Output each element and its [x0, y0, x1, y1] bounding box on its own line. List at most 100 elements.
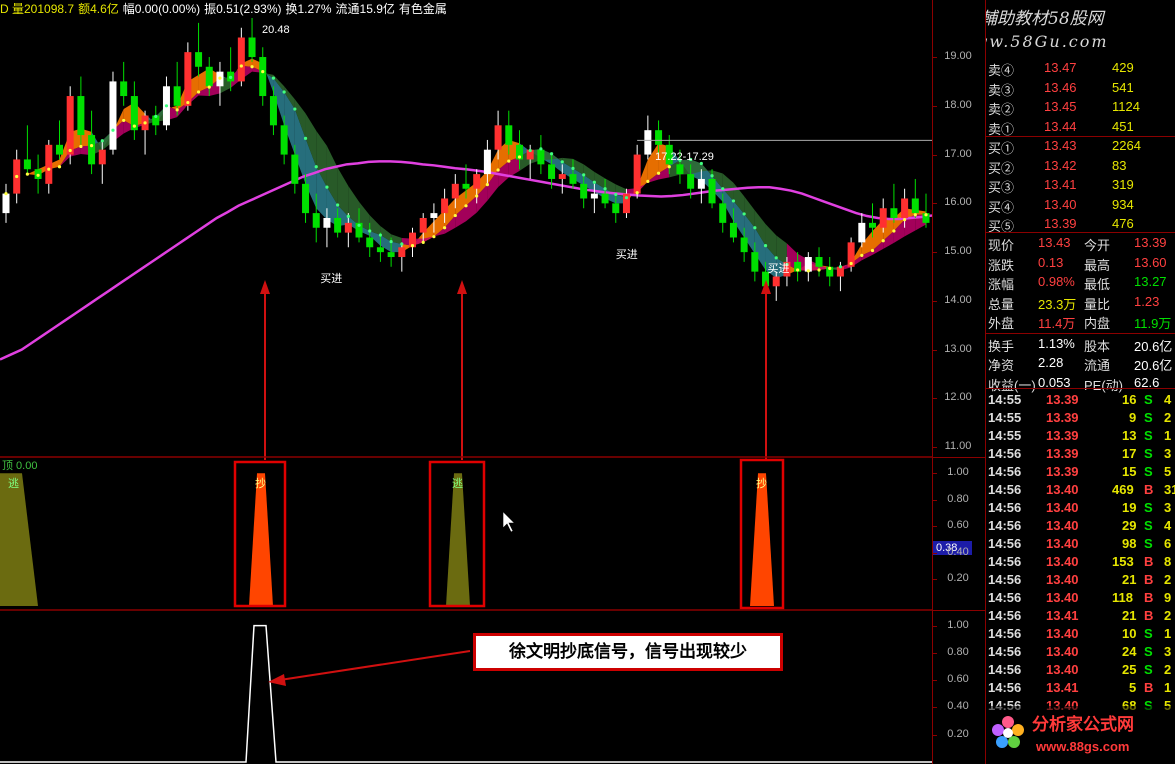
tick-price: 13.40	[1046, 590, 1079, 605]
y-tick-mark	[933, 349, 937, 351]
candle-body	[537, 149, 545, 165]
y-tick-label: 0.60	[947, 519, 969, 532]
band-dot	[143, 121, 147, 125]
signal-panel: 顶 0.00 逃 抄 逃 抄	[0, 458, 785, 610]
y-tick-label: 13.00	[944, 342, 972, 355]
candle	[216, 61, 224, 106]
y-axis-column: 0.38 11.00 12.00 13.00 14.00 15.00 16.00 17.00…	[932, 0, 986, 764]
brand-header: 炒股輔助教材58股网 www.58Gu.com	[986, 0, 1175, 56]
candle-body	[302, 183, 310, 214]
band-dot	[496, 168, 500, 172]
y-tick-mark	[933, 734, 937, 736]
candle	[804, 252, 812, 282]
candle-body	[98, 149, 106, 165]
candle-body	[344, 222, 352, 233]
candle	[66, 86, 74, 165]
tick-time: 14:55	[988, 410, 1022, 425]
stat-label: PE(动)	[1084, 377, 1124, 393]
candle-body	[88, 135, 96, 165]
tick-volume: 469	[1112, 482, 1134, 497]
candle-body	[505, 125, 513, 145]
signal-peak	[446, 473, 470, 606]
tick-count: 9	[1164, 590, 1172, 605]
stat-value: 20.6亿	[1134, 358, 1173, 373]
candle	[162, 76, 170, 131]
y-tick-mark	[933, 105, 937, 107]
tick-volume: 9	[1129, 410, 1137, 425]
signal-peak	[750, 473, 774, 606]
tick-time: 14:56	[988, 662, 1022, 677]
candle-body	[548, 164, 556, 179]
quote-separator	[986, 388, 1175, 389]
candle	[826, 257, 834, 287]
tick-side: B	[1144, 572, 1154, 587]
ask-price: 13.45	[1044, 99, 1077, 114]
tick-time: 14:56	[988, 608, 1022, 623]
candle	[815, 247, 823, 277]
stat-value: 0.13	[1038, 254, 1064, 270]
band-dot	[870, 248, 875, 253]
tick-volume: 25	[1122, 662, 1137, 677]
candle-body	[494, 125, 502, 150]
tick-volume: 118	[1112, 590, 1133, 605]
band-dot	[271, 76, 276, 80]
tick-volume: 24	[1122, 644, 1137, 659]
band-dot	[614, 192, 618, 197]
signal-peak-label: 抄	[756, 476, 767, 490]
candle-body	[601, 193, 609, 204]
candle-body	[590, 193, 598, 199]
band-dot	[646, 179, 650, 184]
chart-label: 17.22-17.29	[655, 151, 714, 163]
candle-body	[269, 96, 277, 126]
band-dot	[796, 268, 800, 272]
chart-area[interactable]: 20.4817.22-17.29买进买进买进 顶 0.00逃抄逃抄	[0, 0, 932, 764]
stat-label: 收益(一)	[988, 377, 1036, 393]
y-tick-label: 18.00	[944, 98, 972, 111]
bid-price: 13.43	[1044, 138, 1077, 153]
candle-body	[858, 222, 866, 243]
callout-arrow-line	[279, 650, 471, 681]
band-dot	[742, 212, 746, 216]
y-tick-mark	[933, 526, 937, 528]
band-dot	[229, 75, 233, 79]
bid-price: 13.39	[1044, 216, 1077, 231]
candle-body	[697, 178, 705, 189]
tick-count: 2	[1164, 572, 1172, 587]
signal-title: 顶 0.00	[2, 459, 37, 472]
candle-body	[708, 178, 716, 204]
tick-time: 14:56	[988, 500, 1022, 515]
band-dot	[79, 144, 83, 149]
tick-side: S	[1144, 626, 1153, 641]
stat-value: 20.6亿	[1134, 338, 1173, 354]
tick-count: 2	[1164, 662, 1172, 677]
tick-price: 13.40	[1046, 644, 1079, 659]
bid-label: 买④	[988, 199, 1015, 215]
stat-value: 13.39	[1134, 235, 1167, 250]
y-tick-mark	[933, 552, 937, 554]
candle-body	[55, 144, 63, 155]
candle	[77, 76, 85, 145]
watermark-url: www.88gs.com	[1036, 739, 1130, 754]
band-dot	[539, 147, 543, 151]
bid-label: 买③	[988, 180, 1015, 195]
candle-body	[558, 174, 566, 179]
y-tick-mark	[933, 154, 937, 156]
band-dot	[881, 239, 885, 243]
band-dot	[624, 196, 629, 200]
tick-time: 14:56	[988, 536, 1022, 551]
tick-side: S	[1144, 446, 1153, 461]
tick-price: 13.40	[1046, 518, 1079, 533]
annotation-callout: 徐文明抄底信号，信号出现较少	[473, 633, 783, 671]
tick-time: 14:56	[988, 446, 1022, 461]
tick-side: S	[1144, 392, 1153, 407]
band-dot	[421, 240, 425, 244]
candle	[537, 135, 545, 175]
ask-price: 13.46	[1044, 79, 1077, 95]
candle-body	[312, 213, 320, 228]
tick-count: 2	[1164, 608, 1172, 623]
candle-body	[109, 81, 117, 150]
band-dot	[47, 167, 51, 171]
stat-label: 涨幅	[988, 277, 1015, 292]
y-tick-label: 12.00	[944, 391, 972, 404]
tick-time: 14:56	[988, 554, 1022, 569]
